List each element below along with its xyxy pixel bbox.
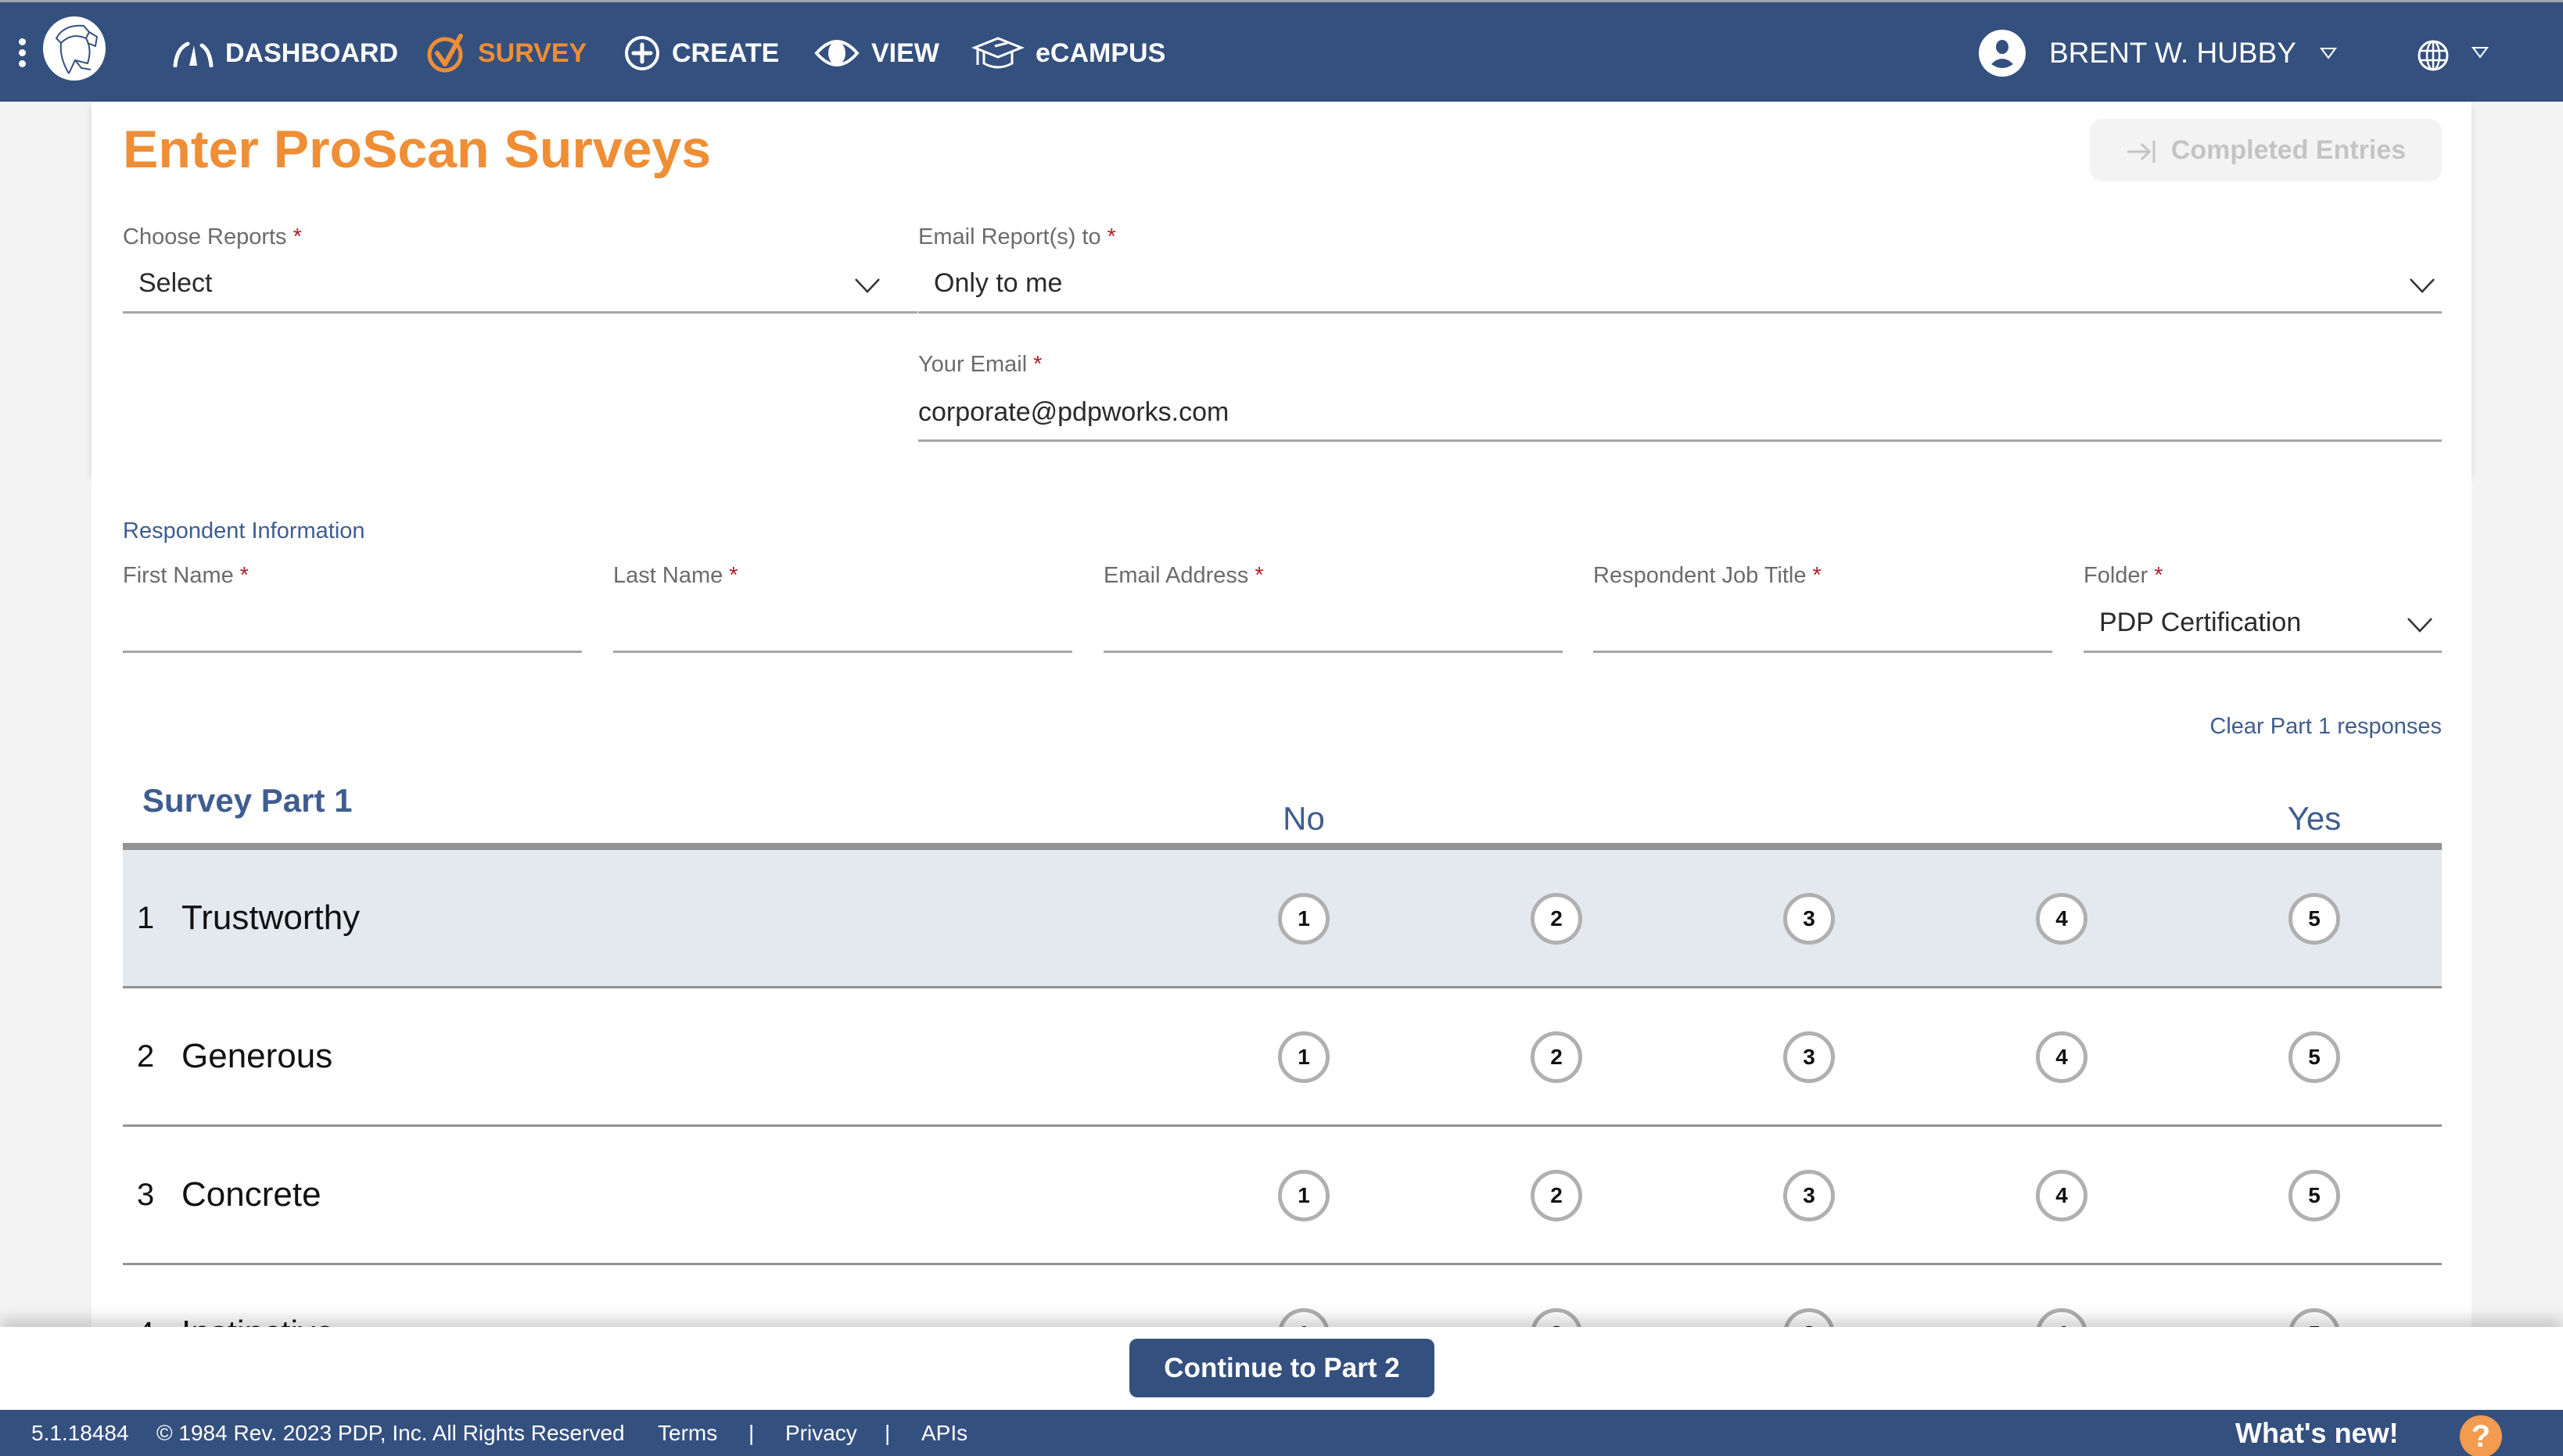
choose-reports-value: Select <box>138 268 213 298</box>
nav-create-label: CREATE <box>672 38 780 68</box>
rating-option-1[interactable]: 1 <box>1278 1308 1330 1327</box>
email-reports-to-value: Only to me <box>934 268 1063 298</box>
chevron-down-icon <box>855 278 880 293</box>
language-caret-down-icon[interactable] <box>2471 46 2489 59</box>
folder-value: PDP Certification <box>2099 608 2302 637</box>
nav-survey[interactable]: SURVEY <box>426 2 587 104</box>
copyright-text: © 1984 Rev. 2023 PDP, Inc. All Rights Re… <box>156 1421 625 1445</box>
item-number: 2 <box>137 1039 155 1074</box>
item-word: Concrete <box>181 1175 321 1214</box>
rating-option-3[interactable]: 3 <box>1783 1308 1835 1327</box>
survey-item-row: 3 Concrete 1 2 3 4 5 <box>123 1127 2442 1265</box>
apis-link[interactable]: APIs <box>921 1410 967 1456</box>
survey-item-row: 4 Instinctive 1 2 3 4 5 <box>123 1265 2442 1327</box>
item-number: 4 <box>137 1265 154 1327</box>
nav-ecampus-label: eCAMPUS <box>1036 38 1166 68</box>
rating-option-2[interactable]: 2 <box>1531 1170 1582 1221</box>
footer-separator: | <box>748 1421 755 1445</box>
survey-item-row: 2 Generous 1 2 3 4 5 <box>123 988 2442 1127</box>
clear-part-1-link[interactable]: Clear Part 1 responses <box>2209 714 2442 740</box>
nav-create[interactable]: CREATE <box>623 2 779 104</box>
job-title-label: Respondent Job Title * <box>1593 563 1822 588</box>
caret-down-icon <box>2319 48 2337 59</box>
completed-entries-button[interactable]: Completed Entries <box>2090 119 2442 181</box>
nav-dashboard[interactable]: DASHBOARD <box>171 2 398 104</box>
rating-option-5[interactable]: 5 <box>2288 893 2340 945</box>
rating-option-1[interactable]: 1 <box>1278 1170 1330 1221</box>
footer-separator: | <box>885 1421 891 1445</box>
rating-option-5[interactable]: 5 <box>2288 1031 2340 1083</box>
scale-low-label: No <box>1283 800 1325 837</box>
your-email-label: Your Email * <box>918 352 1043 377</box>
choose-reports-label: Choose Reports * <box>123 224 302 249</box>
user-avatar-icon <box>1979 30 2026 77</box>
rating-option-4[interactable]: 4 <box>2036 1308 2087 1327</box>
email-reports-to-label: Email Report(s) to * <box>918 224 1116 249</box>
user-name: BRENT W. HUBBY <box>2049 37 2296 69</box>
continue-to-part-2-button[interactable]: Continue to Part 2 <box>1129 1339 1434 1397</box>
rating-option-2[interactable]: 2 <box>1531 893 1582 945</box>
footer: 5.1.18484 © 1984 Rev. 2023 PDP, Inc. All… <box>0 1410 2563 1456</box>
nav-dashboard-label: DASHBOARD <box>225 38 398 68</box>
item-number: 3 <box>137 1178 155 1212</box>
scale-high-label: Yes <box>2287 800 2342 837</box>
whats-new-link[interactable]: What's new! <box>2235 1410 2399 1456</box>
item-word: Instinctive <box>181 1265 335 1327</box>
survey-header-divider <box>123 843 2442 850</box>
top-navigation-bar: DASHBOARD SURVEY CREATE VIEW eCAMPUS BRE… <box>0 0 2563 102</box>
item-word: Generous <box>181 1037 333 1075</box>
graduation-cap-icon <box>971 37 1025 69</box>
report-settings-card: Enter ProScan Surveys Completed Entries … <box>92 102 2471 473</box>
respondent-information-heading: Respondent Information <box>123 518 365 543</box>
check-circle-icon <box>427 34 463 73</box>
rating-option-1[interactable]: 1 <box>1278 1031 1330 1083</box>
rating-option-4[interactable]: 4 <box>2036 893 2087 945</box>
plus-circle-icon <box>625 36 659 70</box>
pdp-globe-logo-icon[interactable] <box>41 15 108 82</box>
user-menu[interactable]: BRENT W. HUBBY <box>1979 2 2337 104</box>
survey-form: Respondent Information First Name * Last … <box>92 473 2471 1327</box>
nav-survey-label: SURVEY <box>478 38 587 68</box>
first-name-label: First Name * <box>123 563 249 588</box>
rating-option-4[interactable]: 4 <box>2036 1170 2087 1221</box>
nav-view-label: VIEW <box>871 38 939 68</box>
gauge-icon <box>173 41 214 67</box>
arrow-to-end-icon <box>2127 141 2156 163</box>
item-number: 1 <box>137 901 155 935</box>
survey-part-title: Survey Part 1 <box>142 782 353 819</box>
your-email-value: corporate@pdpworks.com <box>918 397 1229 427</box>
nav-ecampus[interactable]: eCAMPUS <box>971 2 1165 104</box>
completed-entries-label: Completed Entries <box>2170 134 2407 165</box>
terms-link[interactable]: Terms <box>658 1410 717 1456</box>
rating-option-2[interactable]: 2 <box>1531 1308 1582 1327</box>
item-word: Trustworthy <box>181 898 361 937</box>
rating-option-1[interactable]: 1 <box>1278 893 1330 945</box>
bottom-action-bar: Continue to Part 2 <box>0 1327 2563 1410</box>
survey-item-row: 1 Trustworthy 1 2 3 4 5 <box>123 850 2442 988</box>
version-text: 5.1.18484 <box>31 1421 129 1445</box>
eye-icon <box>814 40 860 66</box>
rating-option-4[interactable]: 4 <box>2036 1031 2087 1083</box>
rating-option-5[interactable]: 5 <box>2288 1170 2340 1221</box>
email-address-label: Email Address * <box>1104 563 1264 588</box>
globe-icon[interactable] <box>2417 39 2450 72</box>
rating-option-2[interactable]: 2 <box>1531 1031 1582 1083</box>
rating-option-3[interactable]: 3 <box>1783 1031 1835 1083</box>
rating-option-3[interactable]: 3 <box>1783 1170 1835 1221</box>
privacy-link[interactable]: Privacy <box>785 1410 857 1456</box>
help-icon[interactable]: ? <box>2460 1415 2502 1456</box>
folder-label: Folder * <box>2084 563 2163 588</box>
nav-view[interactable]: VIEW <box>813 2 939 104</box>
last-name-label: Last Name * <box>613 563 738 588</box>
chevron-down-icon <box>2407 618 2432 633</box>
kebab-menu-icon[interactable] <box>19 38 30 70</box>
page-title: Enter ProScan Surveys <box>123 120 712 179</box>
chevron-down-icon <box>2410 278 2435 293</box>
rating-option-5[interactable]: 5 <box>2288 1308 2340 1327</box>
rating-option-3[interactable]: 3 <box>1783 893 1835 945</box>
